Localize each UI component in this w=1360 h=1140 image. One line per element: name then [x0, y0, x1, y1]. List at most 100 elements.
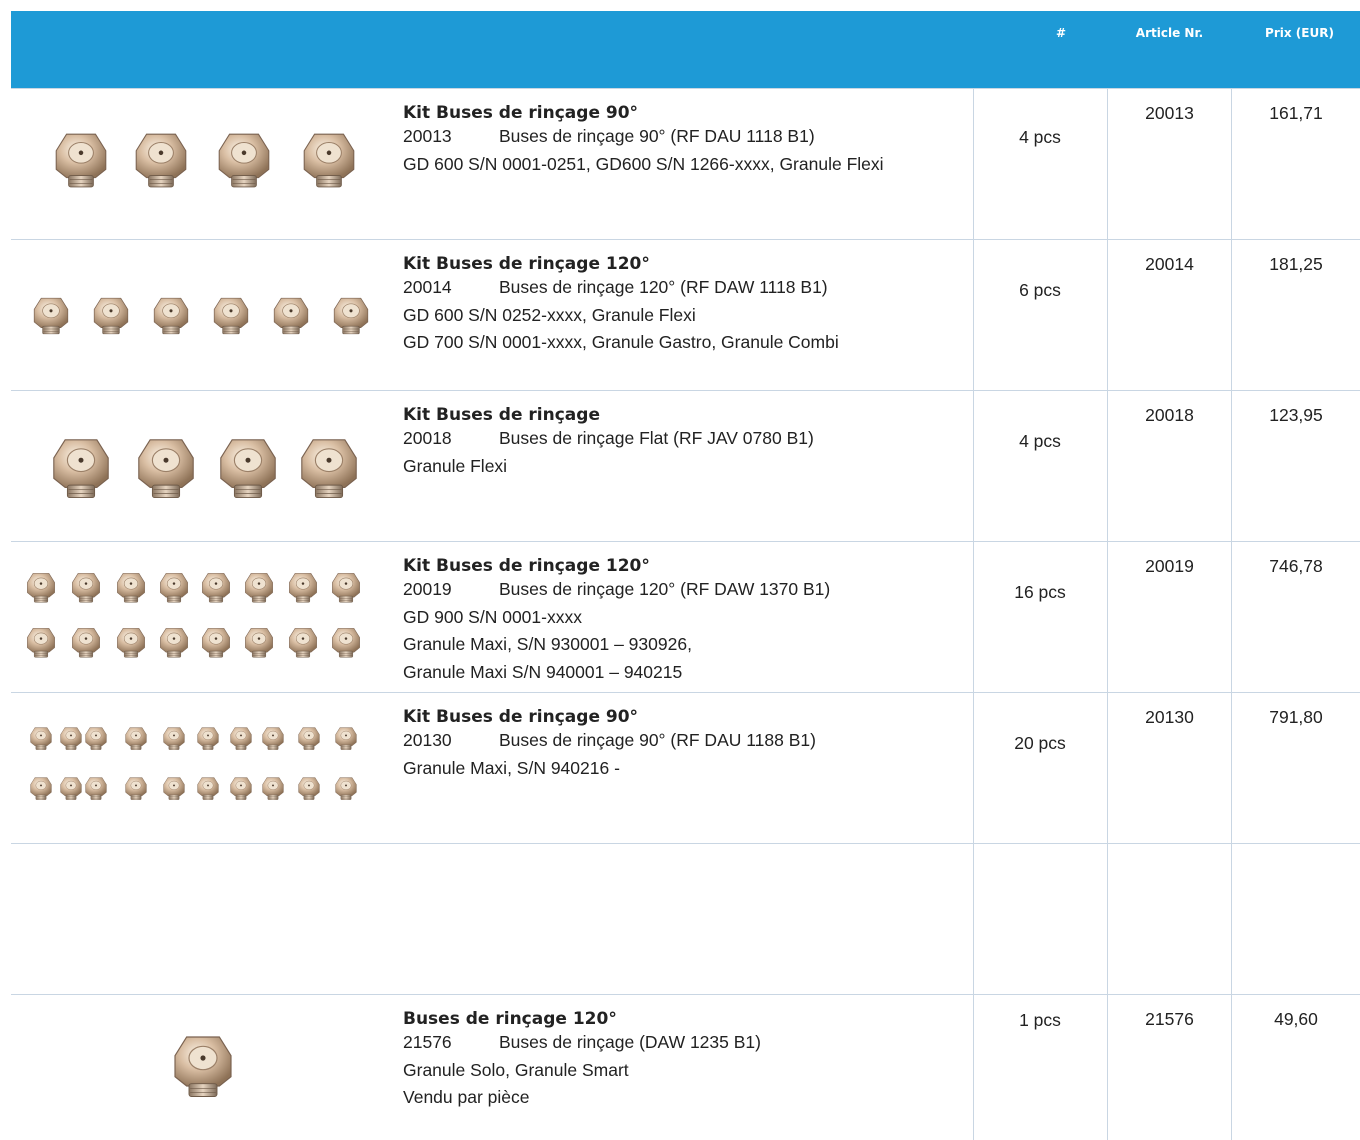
product-description: Kit Buses de rinçage 90° 20130 Buses de ri… — [403, 707, 973, 782]
rinse-nozzle-icon — [295, 433, 363, 506]
rinse-nozzle-icon — [228, 775, 254, 806]
product-code-line: 20014 Buses de rinçage 120° (RF DAW 1118 … — [403, 274, 973, 302]
header-article: Article Nr. — [1135, 26, 1204, 40]
rinse-nozzle-icon — [161, 725, 187, 756]
product-code: 20018 — [403, 428, 452, 448]
table-row: Kit Buses de rinçage 120° 20019 Buses de r… — [11, 541, 1360, 693]
product-title: Kit Buses de rinçage 120° — [403, 556, 650, 576]
rinse-nozzle-icon — [28, 775, 54, 806]
rinse-nozzle-icon — [228, 725, 254, 756]
article-number-cell: 20130 — [1145, 707, 1194, 727]
rinse-nozzle-icon — [69, 625, 103, 664]
compatibility-line: Granule Maxi, S/N 930001 – 930926, — [403, 634, 692, 654]
table-row: Kit Buses de rinçage 90° 20013 Buses de ri… — [11, 88, 1360, 240]
product-image — [11, 240, 391, 391]
rinse-nozzle-icon — [199, 625, 233, 664]
product-description: Kit Buses de rinçage 90° 20013 Buses de ri… — [403, 103, 973, 178]
article-number-cell: 20018 — [1145, 405, 1194, 425]
rinse-nozzle-icon — [132, 433, 200, 506]
article-number-cell: 20019 — [1145, 556, 1194, 576]
column-divider — [973, 391, 974, 542]
rinse-nozzle-icon — [296, 775, 322, 806]
rinse-nozzle-icon — [130, 128, 192, 195]
rinse-nozzle-icon — [210, 294, 252, 341]
rinse-nozzle-icon — [83, 725, 109, 756]
rinse-nozzle-icon — [123, 775, 149, 806]
price-cell: 123,95 — [1269, 405, 1323, 425]
product-code: 20014 — [403, 277, 452, 297]
rinse-nozzle-icon — [69, 570, 103, 609]
table-header: # Article Nr. Prix (EUR) — [11, 11, 1360, 88]
product-code-desc: Buses de rinçage 90° (RF DAU 1118 B1) — [499, 126, 815, 146]
price-cell: 49,60 — [1274, 1009, 1318, 1029]
product-title: Kit Buses de rinçage 90° — [403, 707, 639, 727]
compatibility-line: Granule Maxi, S/N 940216 - — [403, 757, 620, 778]
table-row — [11, 843, 1360, 995]
rinse-nozzle-icon — [242, 625, 276, 664]
product-image — [11, 89, 391, 240]
column-divider — [1231, 844, 1232, 995]
product-title: Kit Buses de rinçage — [403, 405, 600, 425]
price-cell: 791,80 — [1269, 707, 1323, 727]
rinse-nozzle-icon — [329, 625, 363, 664]
price-cell: 161,71 — [1269, 103, 1323, 123]
quantity-cell: 1 pcs — [1019, 1010, 1061, 1030]
rinse-nozzle-icon — [195, 725, 221, 756]
product-code-line: 21576 Buses de rinçage (DAW 1235 B1) — [403, 1029, 973, 1057]
rinse-nozzle-icon — [286, 570, 320, 609]
product-image — [11, 391, 391, 542]
rinse-nozzle-icon — [58, 725, 84, 756]
product-description: Kit Buses de rinçage 120° 20019 Buses de r… — [403, 556, 973, 686]
rinse-nozzle-icon — [214, 433, 282, 506]
rinse-nozzle-icon — [260, 775, 286, 806]
rinse-nozzle-icon — [47, 433, 115, 506]
product-code-desc: Buses de rinçage 120° (RF DAW 1370 B1) — [499, 579, 831, 599]
rinse-nozzle-icon — [286, 625, 320, 664]
table-row: Kit Buses de rinçage 20018 Buses de rinçag… — [11, 390, 1360, 542]
table-row: Kit Buses de rinçage 120° 20014 Buses de r… — [11, 239, 1360, 391]
rinse-nozzle-icon — [90, 294, 132, 341]
rinse-nozzle-icon — [333, 725, 359, 756]
product-description: Buses de rinçage 120° 21576 Buses de rinça… — [403, 1009, 973, 1112]
product-code-line: 20018 Buses de rinçage Flat (RF JAV 0780 … — [403, 425, 973, 453]
product-code-desc: Buses de rinçage Flat (RF JAV 0780 B1) — [499, 428, 814, 448]
product-description — [403, 858, 973, 886]
product-code-line: 20130 Buses de rinçage 90° (RF DAU 1188 B… — [403, 727, 973, 755]
product-code-desc: Buses de rinçage 120° (RF DAW 1118 B1) — [499, 277, 828, 297]
rinse-nozzle-icon — [24, 570, 58, 609]
compatibility-line: Granule Solo, Granule Smart — [403, 1059, 629, 1080]
product-code: 20130 — [403, 730, 452, 750]
table-row: Kit Buses de rinçage 90° 20130 Buses de ri… — [11, 692, 1360, 844]
product-image — [11, 844, 391, 995]
column-divider — [973, 844, 974, 995]
rinse-nozzle-icon — [150, 294, 192, 341]
column-divider — [973, 693, 974, 844]
product-title: Buses de rinçage 120° — [403, 1009, 617, 1029]
price-cell: 746,78 — [1269, 556, 1323, 576]
product-image — [11, 995, 391, 1140]
article-number-cell: 20013 — [1145, 103, 1194, 123]
product-title: Kit Buses de rinçage 90° — [403, 103, 639, 123]
column-divider — [1107, 844, 1108, 995]
rinse-nozzle-icon — [195, 775, 221, 806]
header-qty: # — [1055, 26, 1067, 40]
rinse-nozzle-icon — [58, 775, 84, 806]
product-code-desc: Buses de rinçage 90° (RF DAU 1188 B1) — [499, 730, 816, 750]
column-divider — [973, 240, 974, 391]
product-image — [11, 693, 391, 844]
price-cell: 181,25 — [1269, 254, 1323, 274]
rinse-nozzle-icon — [333, 775, 359, 806]
quantity-cell: 4 pcs — [1019, 431, 1061, 451]
rinse-nozzle-icon — [296, 725, 322, 756]
table-row: Buses de rinçage 120° 21576 Buses de rinça… — [11, 994, 1360, 1140]
rinse-nozzle-icon — [30, 294, 72, 341]
product-code: 21576 — [403, 1032, 452, 1052]
rinse-nozzle-icon — [168, 1030, 238, 1105]
article-number-cell: 21576 — [1145, 1009, 1194, 1029]
product-description: Kit Buses de rinçage 120° 20014 Buses de r… — [403, 254, 973, 357]
product-code: 20019 — [403, 579, 452, 599]
product-code: 20013 — [403, 126, 452, 146]
rinse-nozzle-icon — [114, 570, 148, 609]
rinse-nozzle-icon — [330, 294, 372, 341]
compatibility-line: GD 900 S/N 0001-xxxx — [403, 606, 582, 627]
